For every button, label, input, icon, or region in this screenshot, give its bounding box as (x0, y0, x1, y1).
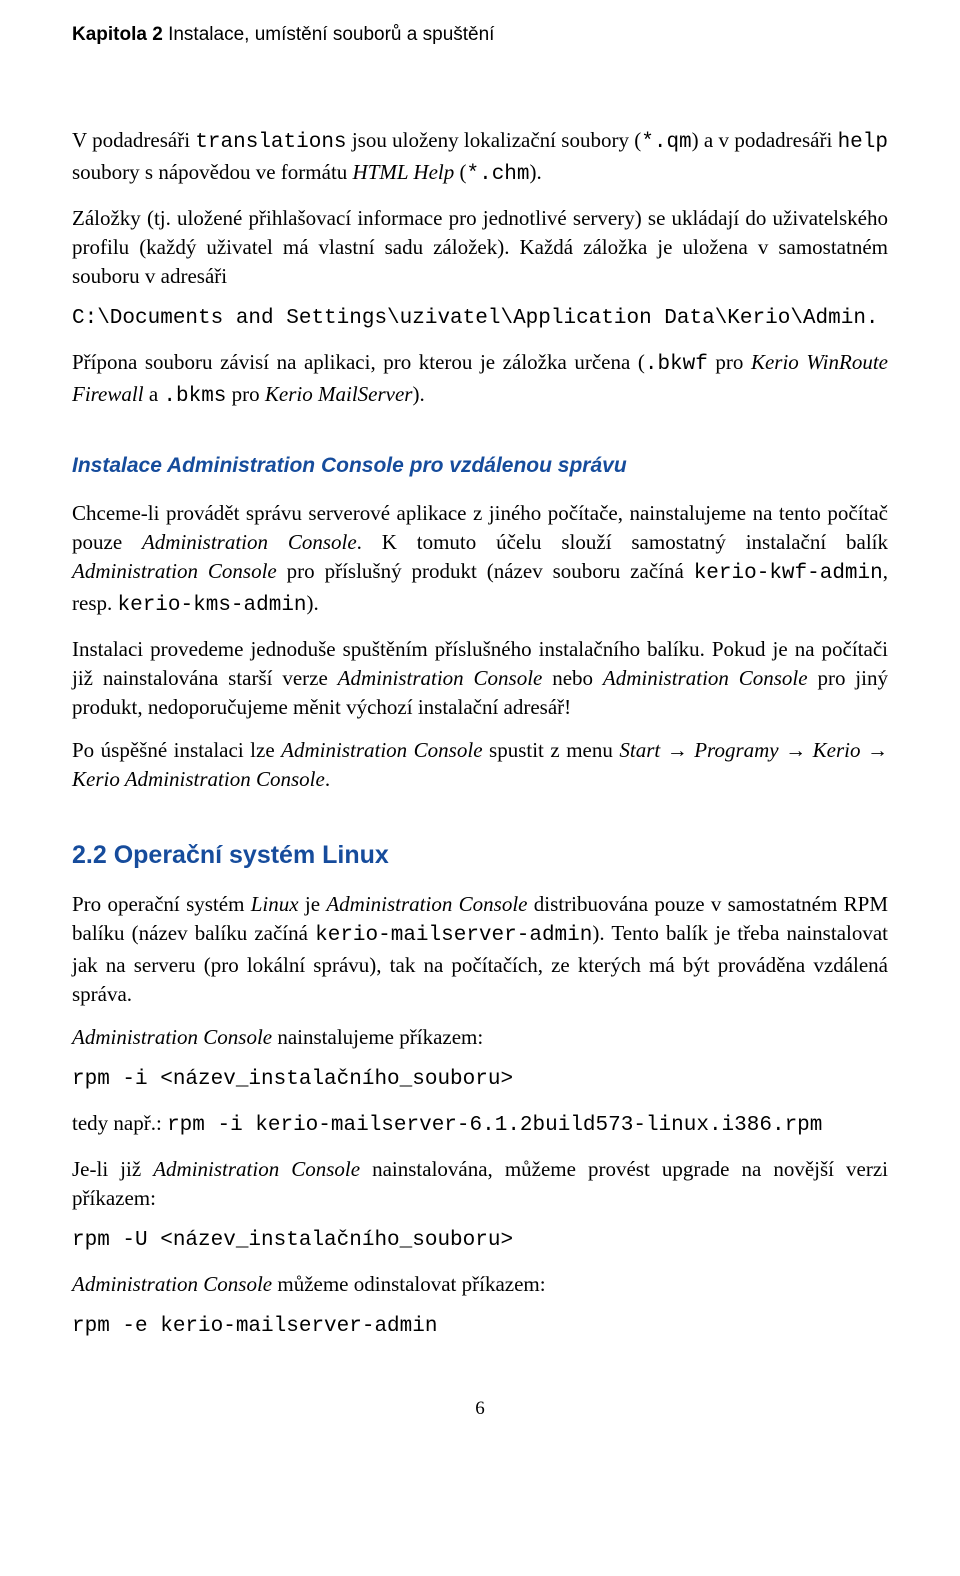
paragraph-bookmarks: Záložky (tj. uložené přihlašovací inform… (72, 204, 888, 291)
chapter-title: Instalace, umístění souborů a spuštění (163, 24, 495, 45)
heading-remote-install: Instalace Administration Console pro vzd… (72, 452, 888, 481)
paragraph-translations: V podadresáři translations jsou uloženy … (72, 126, 888, 190)
code-path: C:\Documents and Settings\uzivatel\Appli… (72, 305, 888, 334)
paragraph-linux-example: tedy např.: rpm -i kerio-mailserver-6.1.… (72, 1109, 888, 1141)
paragraph-linux-uninstall: Administration Console můžeme odinstalov… (72, 1270, 888, 1299)
paragraph-remote-1: Chceme-li provádět správu serverové apli… (72, 499, 888, 621)
page-number: 6 (72, 1396, 888, 1422)
heading-linux: 2.2 Operační systém Linux (72, 838, 888, 873)
page-header: Kapitola 2 Instalace, umístění souborů a… (72, 22, 888, 48)
chapter-label: Kapitola 2 (72, 24, 163, 45)
paragraph-linux-upgrade: Je-li již Administration Console nainsta… (72, 1155, 888, 1213)
code-rpm-upgrade: rpm -U <název_instalačního_souboru> (72, 1227, 888, 1256)
paragraph-extension: Přípona souboru závisí na aplikaci, pro … (72, 348, 888, 412)
paragraph-linux-1: Pro operační systém Linux je Administrat… (72, 890, 888, 1009)
paragraph-linux-install: Administration Console nainstalujeme pří… (72, 1023, 888, 1052)
paragraph-remote-2: Instalaci provedeme jednoduše spuštěním … (72, 635, 888, 722)
code-rpm-erase: rpm -e kerio-mailserver-admin (72, 1313, 888, 1342)
paragraph-remote-3: Po úspěšné instalaci lze Administration … (72, 736, 888, 794)
code-rpm-install: rpm -i <název_instalačního_souboru> (72, 1066, 888, 1095)
